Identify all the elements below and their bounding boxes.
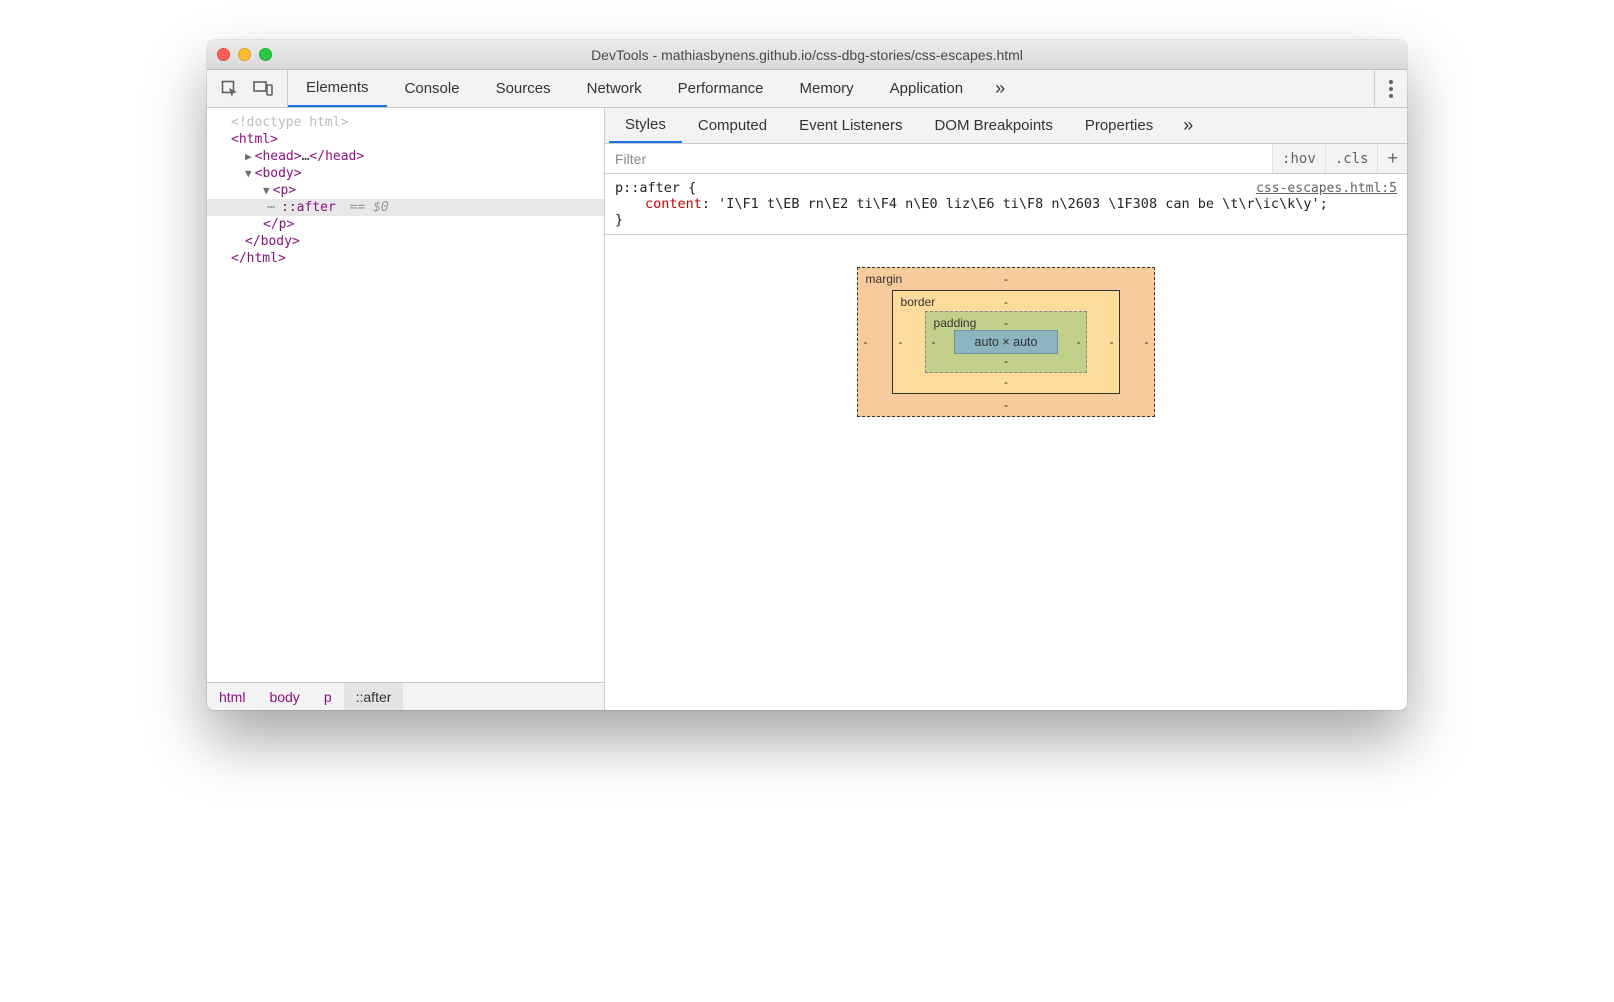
- close-icon[interactable]: [217, 48, 230, 61]
- tab-console[interactable]: Console: [387, 70, 478, 107]
- breadcrumb-item[interactable]: body: [257, 683, 311, 710]
- styles-subtabs: Styles Computed Event Listeners DOM Brea…: [605, 108, 1407, 144]
- tabs-overflow-icon[interactable]: »: [981, 70, 1019, 107]
- box-model-metrics: margin - - - - border - - - - padding: [605, 235, 1407, 710]
- disclosure-down-icon[interactable]: ▼: [263, 184, 270, 197]
- hov-toggle[interactable]: :hov: [1272, 144, 1325, 173]
- dom-line[interactable]: </body>: [207, 233, 604, 250]
- dom-line[interactable]: <html>: [207, 131, 604, 148]
- css-declaration[interactable]: content: 'I\F1 t\EB rn\E2 ti\F4 n\E0 liz…: [615, 196, 1397, 212]
- subtab-dom-breakpoints[interactable]: DOM Breakpoints: [918, 108, 1068, 143]
- titlebar: DevTools - mathiasbynens.github.io/css-d…: [207, 40, 1407, 70]
- box-model-margin[interactable]: margin - - - - border - - - - padding: [857, 267, 1156, 417]
- toolbar-left: [207, 70, 288, 107]
- dom-line[interactable]: ▼<body>: [207, 165, 604, 182]
- dom-line[interactable]: </p>: [207, 216, 604, 233]
- box-model[interactable]: margin - - - - border - - - - padding: [857, 267, 1156, 417]
- styles-filter-input[interactable]: [605, 144, 1272, 173]
- tab-elements[interactable]: Elements: [288, 70, 387, 107]
- traffic-lights: [217, 48, 272, 61]
- box-model-content[interactable]: auto × auto: [954, 330, 1059, 354]
- dom-tree[interactable]: <!doctype html> <html> ▶<head>…</head> ▼…: [207, 108, 604, 682]
- box-model-padding[interactable]: padding - - - - auto × auto: [925, 311, 1088, 373]
- box-model-border[interactable]: border - - - - padding - - - - au: [892, 290, 1121, 394]
- styles-panel: Styles Computed Event Listeners DOM Brea…: [605, 108, 1407, 710]
- new-style-rule-icon[interactable]: +: [1377, 144, 1407, 173]
- minimize-icon[interactable]: [238, 48, 251, 61]
- dom-line[interactable]: ▶<head>…</head>: [207, 148, 604, 165]
- window-title: DevTools - mathiasbynens.github.io/css-d…: [207, 47, 1407, 63]
- disclosure-right-icon[interactable]: ▶: [245, 150, 252, 163]
- devtools-window: DevTools - mathiasbynens.github.io/css-d…: [207, 40, 1407, 710]
- device-toggle-icon[interactable]: [253, 80, 273, 98]
- breadcrumb-item[interactable]: p: [312, 683, 344, 710]
- dom-line[interactable]: </html>: [207, 250, 604, 267]
- subtab-event-listeners[interactable]: Event Listeners: [783, 108, 918, 143]
- subtab-computed[interactable]: Computed: [682, 108, 783, 143]
- elements-panel: <!doctype html> <html> ▶<head>…</head> ▼…: [207, 108, 605, 710]
- subtab-properties[interactable]: Properties: [1069, 108, 1169, 143]
- rule-close: }: [615, 212, 1397, 228]
- style-rule[interactable]: p::after { css-escapes.html:5 content: '…: [605, 174, 1407, 235]
- filter-row: :hov .cls +: [605, 144, 1407, 174]
- tab-application[interactable]: Application: [872, 70, 981, 107]
- dom-line-selected[interactable]: ⋯::after == $0: [207, 199, 604, 216]
- rule-source-link[interactable]: css-escapes.html:5: [1256, 181, 1397, 196]
- tab-performance[interactable]: Performance: [660, 70, 782, 107]
- dom-line[interactable]: <!doctype html>: [207, 114, 604, 131]
- content-area: <!doctype html> <html> ▶<head>…</head> ▼…: [207, 108, 1407, 710]
- subtabs-overflow-icon[interactable]: »: [1169, 108, 1207, 143]
- main-toolbar: Elements Console Sources Network Perform…: [207, 70, 1407, 108]
- main-tabs: Elements Console Sources Network Perform…: [288, 70, 1019, 107]
- subtab-styles[interactable]: Styles: [609, 108, 682, 143]
- breadcrumb-item-selected[interactable]: ::after: [344, 683, 404, 710]
- tab-memory[interactable]: Memory: [782, 70, 872, 107]
- breadcrumb: html body p ::after: [207, 682, 604, 710]
- settings-kebab-icon[interactable]: [1374, 70, 1407, 107]
- zoom-icon[interactable]: [259, 48, 272, 61]
- tab-sources[interactable]: Sources: [478, 70, 569, 107]
- rule-selector[interactable]: p::after {: [615, 180, 1256, 196]
- dom-line[interactable]: ▼<p>: [207, 182, 604, 199]
- disclosure-down-icon[interactable]: ▼: [245, 167, 252, 180]
- tab-network[interactable]: Network: [569, 70, 660, 107]
- cls-toggle[interactable]: .cls: [1325, 144, 1378, 173]
- inspect-icon[interactable]: [221, 80, 239, 98]
- breadcrumb-item[interactable]: html: [207, 683, 257, 710]
